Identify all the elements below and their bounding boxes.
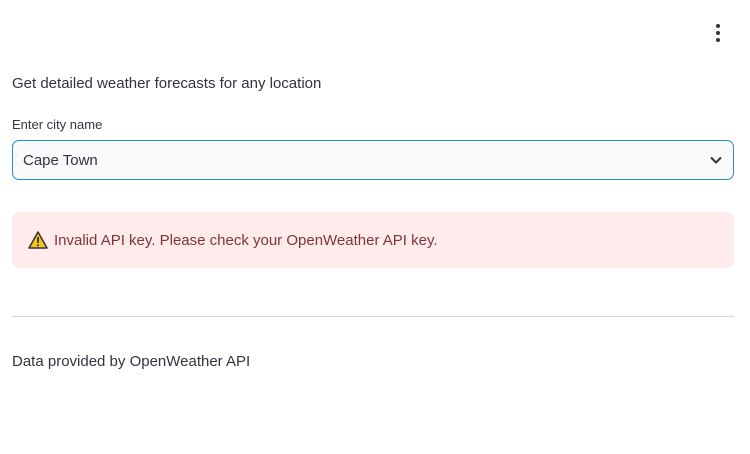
error-alert: Invalid API key. Please check your OpenW…: [12, 212, 734, 268]
page-subtitle: Get detailed weather forecasts for any l…: [12, 75, 322, 92]
warning-icon: [28, 230, 48, 250]
menu-dot: [716, 31, 720, 35]
app-page: Get detailed weather forecasts for any l…: [0, 0, 750, 454]
city-select[interactable]: Cape Town: [12, 140, 734, 180]
divider: [12, 316, 734, 317]
vertical-ellipsis-icon: [716, 24, 720, 28]
city-select-label: Enter city name: [12, 117, 103, 132]
chevron-down-icon[interactable]: [709, 153, 723, 167]
menu-dot: [716, 38, 720, 42]
footer-attribution: Data provided by OpenWeather API: [12, 353, 251, 370]
main-menu-button[interactable]: [705, 20, 731, 46]
error-alert-message: Invalid API key. Please check your OpenW…: [54, 231, 438, 249]
city-select-value: Cape Town: [23, 151, 98, 169]
